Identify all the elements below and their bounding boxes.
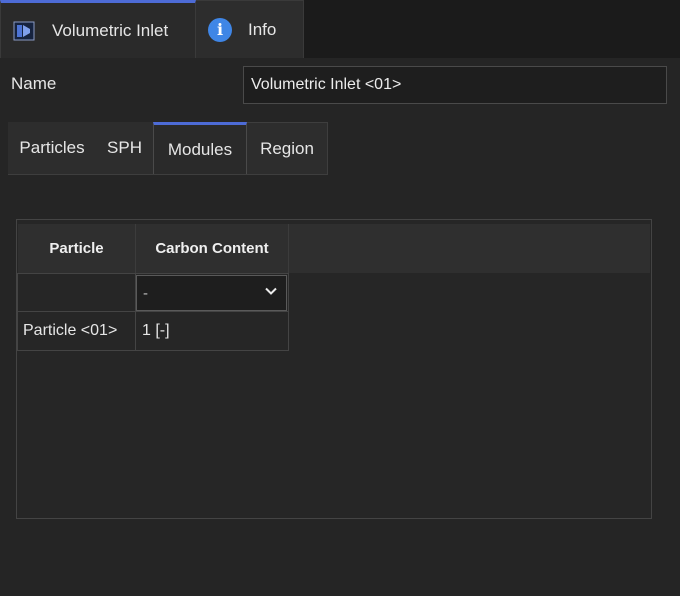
volumetric-inlet-icon (13, 21, 35, 40)
table-cell-particle[interactable]: Particle <01> (17, 311, 136, 351)
name-label: Name (11, 74, 57, 93)
chevron-down-icon (265, 287, 277, 295)
cell-text: 1 [-] (142, 322, 170, 339)
filter-cell-particle (17, 273, 136, 312)
tab-region[interactable]: Region (247, 122, 328, 174)
tab-sph[interactable]: SPH (96, 122, 153, 174)
dropdown-value: - (143, 284, 148, 302)
column-header-carbon-content[interactable]: Carbon Content (136, 224, 288, 273)
tab-label: SPH (107, 138, 142, 157)
info-icon: i (208, 17, 232, 42)
tab-label: Particles (19, 138, 85, 157)
tab-info[interactable]: i Info (196, 0, 304, 58)
name-input[interactable] (243, 66, 667, 104)
tab-modules[interactable]: Modules (153, 122, 247, 175)
table-cell-carbon-content[interactable]: 1 [-] (135, 311, 289, 351)
column-header-label: Carbon Content (155, 240, 269, 257)
tab-volumetric-inlet[interactable]: Volumetric Inlet (0, 0, 196, 58)
tab-label: Region (260, 138, 314, 158)
tab-particles[interactable]: Particles (8, 122, 96, 174)
column-header-label: Particle (49, 240, 104, 257)
carbon-content-filter-dropdown[interactable]: - (136, 275, 287, 311)
tab-label: Modules (167, 140, 233, 159)
header-divider (288, 224, 289, 273)
tab-label: Volumetric Inlet (52, 20, 169, 40)
column-header-particle[interactable]: Particle (18, 224, 135, 273)
tab-divider (8, 174, 328, 175)
tab-label: Info (248, 19, 277, 39)
cell-text: Particle <01> (23, 322, 118, 339)
